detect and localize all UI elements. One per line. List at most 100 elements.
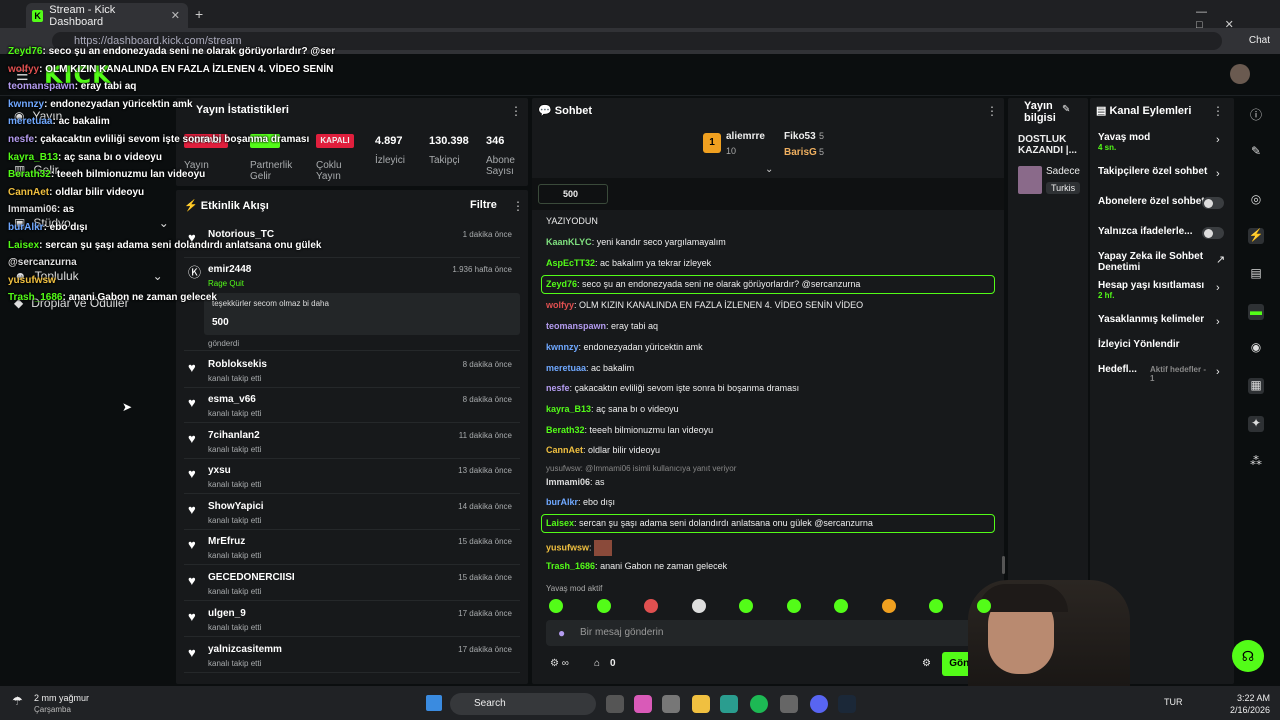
chat-username[interactable]: kwnnzy (546, 342, 579, 352)
chat-username[interactable]: AspEcTT32 (546, 258, 595, 268)
emote-icon[interactable] (834, 599, 848, 613)
channel-action-item[interactable]: Yapay Zeka ile Sohbet Denetimi (1098, 251, 1210, 273)
emote-icon[interactable] (929, 599, 943, 613)
more-icon[interactable]: ⋮ (986, 104, 998, 118)
start-icon[interactable] (426, 695, 442, 711)
activity-username[interactable]: ulgen_9 (208, 608, 246, 619)
browser-tab[interactable]: K Stream - Kick Dashboard ✕ (26, 3, 188, 28)
activity-username[interactable]: emir2448 (208, 264, 251, 275)
toggle-switch[interactable] (1202, 227, 1224, 239)
emote-icon[interactable] (786, 599, 801, 613)
activity-username[interactable]: MrEfruz (208, 536, 245, 547)
filter-button[interactable]: Filtre (470, 199, 497, 211)
chat-settings-icon[interactable]: ⚙ (922, 658, 931, 669)
chat-username[interactable]: nesfe (546, 383, 570, 393)
kicks-pill[interactable]: 500 (538, 184, 608, 204)
channel-action-item[interactable]: İzleyici Yönlendir (1098, 339, 1210, 350)
chat-username[interactable]: Trash_1686 (546, 561, 595, 571)
chat-username[interactable]: Berath32 (546, 425, 585, 435)
share-icon[interactable]: ⁂ (1248, 454, 1264, 470)
support-headset-icon[interactable]: ☊ (1232, 640, 1264, 672)
activity-username[interactable]: yxsu (208, 465, 231, 476)
store-icon[interactable] (662, 695, 680, 713)
toggle-switch[interactable] (1202, 197, 1224, 209)
channel-action-item[interactable]: Yalnızca ifadelerle... (1098, 226, 1210, 237)
more-icon[interactable]: ⋮ (1212, 104, 1224, 118)
edit-icon[interactable]: ✎ (1062, 104, 1070, 115)
overlay-text: ac bakalim (58, 116, 110, 128)
chevron-right-icon[interactable]: › (1216, 134, 1220, 146)
task-view-icon[interactable] (606, 695, 624, 713)
chevron-right-icon[interactable]: › (1216, 316, 1220, 328)
emote-icon[interactable] (976, 599, 991, 613)
edge-icon[interactable] (720, 695, 738, 713)
activity-username[interactable]: ShowYapici (208, 501, 264, 512)
activity-username[interactable]: 7cihanlan2 (208, 430, 260, 441)
chat-bubble-icon[interactable]: ▬ (1248, 304, 1264, 320)
channel-action-item[interactable]: Abonelere özel sohbet (1098, 196, 1210, 207)
copilot-icon[interactable] (634, 695, 652, 713)
camera-icon[interactable]: ◎ (1248, 192, 1264, 208)
discord-icon[interactable] (810, 695, 828, 713)
chat-username[interactable]: CannAet (546, 445, 583, 455)
channel-action-item[interactable]: Yasaklanmış kelimeler (1098, 314, 1210, 325)
settings-icon[interactable]: ⚙ ∞ (550, 658, 569, 669)
expand-chevron-icon[interactable]: ⌄ (765, 164, 773, 175)
list-icon[interactable]: ▤ (1248, 266, 1264, 282)
pencil-icon[interactable]: ✎ (1248, 144, 1264, 160)
chat-scrollbar[interactable] (1002, 556, 1005, 574)
chat-username[interactable]: wolfyy (546, 300, 574, 310)
taskbar-search[interactable]: Search (450, 693, 596, 715)
chevron-right-icon[interactable]: ↗ (1216, 253, 1225, 266)
chat-username[interactable]: burAlkr (546, 497, 578, 507)
emote-icon[interactable] (596, 599, 611, 613)
clock-time[interactable]: 3:22 AM (1237, 693, 1270, 703)
bolt-icon[interactable]: ⚡ (1248, 228, 1264, 244)
chat-username[interactable]: teomanspawn (546, 321, 606, 331)
app-icon[interactable] (780, 695, 798, 713)
channel-action-item[interactable]: Takipçilere özel sohbet (1098, 166, 1210, 177)
new-tab-icon[interactable]: + (195, 6, 203, 22)
chat-username[interactable]: kayra_B13 (546, 404, 591, 414)
channel-action-item[interactable]: Hedefl... Aktif hedefler - 1 (1098, 364, 1210, 383)
broadcast-icon[interactable]: ◉ (1248, 340, 1264, 356)
copilot-chat-button[interactable]: Chat (1234, 33, 1272, 49)
close-tab-icon[interactable]: ✕ (171, 9, 180, 22)
channel-action-item[interactable]: Yavaş mod 4 sn. (1098, 132, 1210, 152)
chat-username[interactable]: yusufwsw (546, 542, 589, 552)
activity-username[interactable]: esma_v66 (208, 394, 256, 405)
layout-icon[interactable]: ▦ (1248, 378, 1264, 394)
emote-icon[interactable] (644, 599, 658, 613)
channel-action-item[interactable]: Hesap yaşı kısıtlaması 2 hf. (1098, 280, 1210, 300)
language-indicator[interactable]: TUR (1164, 697, 1183, 707)
avatar[interactable] (1230, 64, 1250, 84)
explorer-icon[interactable] (692, 695, 710, 713)
chat-username[interactable]: Laisex (546, 518, 574, 528)
emote-icon[interactable] (549, 599, 563, 613)
chat-username[interactable]: Zeyd76 (546, 279, 577, 289)
steam-icon[interactable] (838, 695, 856, 713)
activity-username[interactable]: Robloksekis (208, 359, 267, 370)
overlay-chat-line: burAlkr: ebo dışı (8, 222, 87, 233)
chat-username[interactable]: KaanKLYC (546, 237, 592, 247)
more-icon[interactable]: ⋮ (512, 199, 524, 213)
chevron-right-icon[interactable]: › (1216, 168, 1220, 180)
activity-username[interactable]: GECEDONERCIISI (208, 572, 295, 583)
mic-icon[interactable]: ● (558, 626, 565, 640)
chat-text: teeeh bilmionuzmu lan videoyu (589, 425, 714, 435)
wrench-icon[interactable]: ✦ (1248, 416, 1264, 432)
chat-username[interactable]: meretuaa (546, 363, 586, 373)
chevron-right-icon[interactable]: › (1216, 366, 1220, 378)
chat-username[interactable]: Immami06 (546, 477, 590, 487)
clock-date[interactable]: 2/16/2026 (1230, 705, 1270, 715)
emote-icon[interactable] (881, 599, 896, 613)
activity-username[interactable]: yalnizcasitemm (208, 644, 282, 655)
spotify-icon[interactable] (750, 695, 768, 713)
more-icon[interactable]: ⋮ (510, 104, 522, 118)
activity-username[interactable]: Notorious_TC (208, 229, 274, 240)
info-icon[interactable]: ⓘ (1248, 106, 1264, 122)
followers-value: 130.398 (429, 135, 469, 147)
emote-icon[interactable] (691, 599, 706, 613)
chevron-right-icon[interactable]: › (1216, 282, 1220, 294)
emote-icon[interactable] (739, 599, 753, 613)
